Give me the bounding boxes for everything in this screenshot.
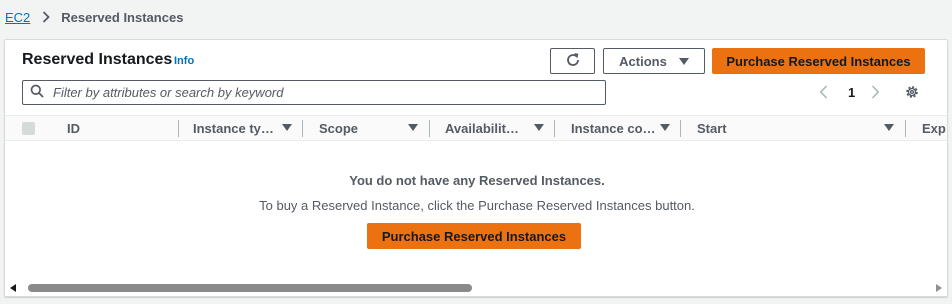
caret-down-icon: [678, 57, 689, 65]
column-header-id[interactable]: ID: [67, 116, 80, 141]
breadcrumb-ec2-link[interactable]: EC2: [5, 10, 30, 25]
search-input[interactable]: [53, 85, 593, 100]
empty-state-purchase-button[interactable]: Purchase Reserved Instances: [367, 223, 581, 249]
current-page-number[interactable]: 1: [848, 82, 855, 102]
scroll-left-arrow-icon[interactable]: [10, 284, 16, 292]
search-icon: [30, 84, 44, 101]
actions-label: Actions: [619, 53, 667, 69]
column-header-expires[interactable]: Exp: [922, 116, 946, 141]
column-divider[interactable]: [302, 120, 303, 137]
page-title: Reserved Instances: [22, 51, 173, 68]
purchase-reserved-instances-button[interactable]: Purchase Reserved Instances: [712, 48, 925, 74]
column-divider[interactable]: [554, 120, 555, 137]
column-divider[interactable]: [680, 120, 681, 137]
breadcrumb: EC2 Reserved Instances: [5, 9, 183, 25]
select-all-checkbox[interactable]: [22, 122, 35, 135]
column-header-scope[interactable]: Scope: [319, 116, 358, 141]
sort-icon[interactable]: [884, 124, 894, 131]
column-divider[interactable]: [429, 120, 430, 137]
column-header-instance-count[interactable]: Instance co…: [571, 116, 656, 141]
empty-state-purchase-label: Purchase Reserved Instances: [381, 228, 567, 244]
scroll-right-arrow-icon[interactable]: [936, 284, 942, 292]
chevron-right-icon[interactable]: [871, 82, 880, 102]
sort-icon[interactable]: [534, 124, 544, 131]
empty-state-title: You do not have any Reserved Instances.: [349, 173, 605, 188]
filter-search-box[interactable]: [22, 80, 606, 105]
refresh-icon: [565, 52, 581, 71]
info-link[interactable]: Info: [174, 55, 194, 67]
sort-icon[interactable]: [408, 124, 418, 131]
chevron-right-icon: [41, 10, 51, 24]
column-divider[interactable]: [178, 120, 179, 137]
sort-icon[interactable]: [660, 124, 670, 131]
actions-button[interactable]: Actions: [603, 48, 705, 74]
sort-icon[interactable]: [282, 124, 292, 131]
column-header-start[interactable]: Start: [697, 116, 727, 141]
empty-state-description: To buy a Reserved Instance, click the Pu…: [259, 198, 695, 213]
table-header: ID Instance ty… Scope Availabilit… Insta…: [5, 115, 947, 141]
breadcrumb-current: Reserved Instances: [61, 9, 184, 25]
column-header-availability-zone[interactable]: Availabilit…: [445, 116, 519, 141]
column-header-instance-type[interactable]: Instance ty…: [193, 116, 274, 141]
chevron-left-icon[interactable]: [819, 82, 828, 102]
reserved-instances-panel: Reserved Instances Info Actions Purchase…: [4, 39, 948, 297]
column-divider[interactable]: [905, 120, 906, 137]
refresh-button[interactable]: [550, 48, 595, 74]
purchase-label: Purchase Reserved Instances: [726, 53, 911, 69]
scrollbar-thumb[interactable]: [28, 284, 472, 292]
horizontal-scrollbar[interactable]: [5, 283, 947, 295]
settings-icon[interactable]: [904, 82, 920, 102]
